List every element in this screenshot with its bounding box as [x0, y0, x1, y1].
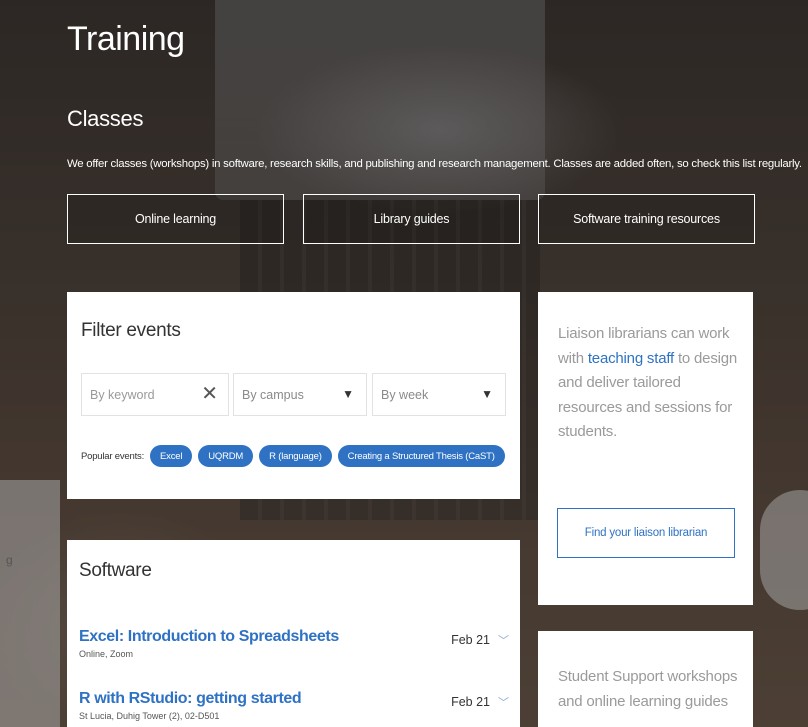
chip-r-language[interactable]: R (language) [259, 445, 332, 467]
week-select-value: By week [381, 387, 429, 402]
liaison-librarian-card: Liaison librarians can work with teachin… [538, 292, 753, 605]
liaison-text: Liaison librarians can work with teachin… [558, 322, 740, 445]
event-date[interactable]: Feb 21 ﹀ [451, 632, 509, 648]
student-support-card: Student Support workshops and online lea… [538, 631, 753, 727]
week-select[interactable]: By week ▼ [372, 373, 506, 416]
filter-events-card: Filter events ✕ By campus ▼ By week ▼ Po… [67, 292, 520, 499]
intro-text: We offer classes (workshops) in software… [67, 158, 802, 170]
event-title-link[interactable]: R with RStudio: getting started [79, 690, 509, 708]
section-title: Classes [67, 106, 144, 131]
campus-select-value: By campus [242, 387, 304, 402]
library-guides-button[interactable]: Library guides [303, 194, 520, 244]
online-learning-button[interactable]: Online learning [67, 194, 284, 244]
teaching-staff-link[interactable]: teaching staff [588, 350, 674, 367]
keyword-field: ✕ [81, 373, 229, 416]
event-row[interactable]: R with RStudio: getting started St Lucia… [79, 690, 509, 721]
chip-cast[interactable]: Creating a Structured Thesis (CaST) [337, 445, 505, 467]
campus-select[interactable]: By campus ▼ [233, 373, 367, 416]
event-row[interactable]: Excel: Introduction to Spreadsheets Onli… [79, 628, 509, 659]
chip-excel[interactable]: Excel [150, 445, 193, 467]
page-title: Training [67, 20, 185, 58]
filter-title: Filter events [81, 320, 181, 341]
clear-icon[interactable]: ✕ [201, 384, 218, 404]
event-date-text: Feb 21 [451, 633, 490, 647]
software-events-card: Software Excel: Introduction to Spreadsh… [67, 540, 520, 727]
offscreen-text-fragment: g [6, 553, 13, 567]
caret-down-icon: ▼ [342, 387, 354, 401]
popular-events-label: Popular events: [81, 450, 145, 462]
event-location: St Lucia, Duhig Tower (2), 02-D501 [79, 711, 220, 721]
software-training-resources-button[interactable]: Software training resources [538, 194, 755, 244]
event-location: Online, Zoom [79, 649, 134, 659]
chip-uqrdm[interactable]: UQRDM [198, 445, 254, 467]
event-date-text: Feb 21 [451, 695, 490, 709]
chevron-down-icon[interactable]: ﹀ [498, 694, 509, 710]
event-title-link[interactable]: Excel: Introduction to Spreadsheets [79, 628, 509, 646]
software-section-title: Software [79, 560, 152, 581]
find-liaison-librarian-button[interactable]: Find your liaison librarian [557, 508, 735, 558]
keyword-input[interactable] [90, 387, 200, 402]
event-date[interactable]: Feb 21 ﹀ [451, 694, 509, 710]
popular-events: Popular events: Excel UQRDM R (language)… [81, 445, 505, 467]
caret-down-icon: ▼ [481, 387, 493, 401]
chevron-down-icon[interactable]: ﹀ [498, 632, 509, 648]
student-support-text: Student Support workshops and online lea… [558, 668, 738, 710]
